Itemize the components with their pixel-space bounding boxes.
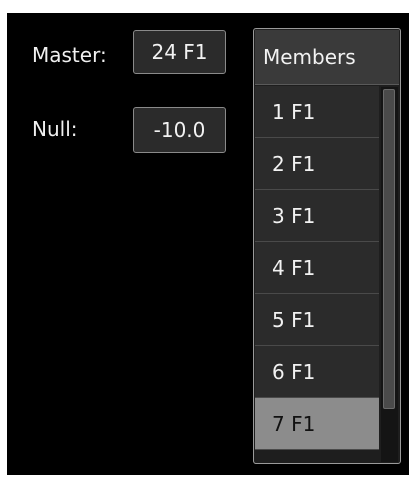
master-value-field[interactable]: 24 F1 [133,30,226,74]
members-scrollbar-thumb[interactable] [383,89,395,409]
members-item-4[interactable]: 4 F1 [255,242,379,294]
master-label: Master: [32,43,107,67]
members-item-5[interactable]: 5 F1 [255,294,379,346]
members-list[interactable]: Members 1 F1 2 F1 3 F1 4 F1 5 F1 6 F1 7 … [253,28,401,464]
members-scrollbar[interactable] [381,87,398,462]
members-item-3[interactable]: 3 F1 [255,190,379,242]
master-null-panel: Master: 24 F1 Null: -10.0 Members 1 F1 2… [7,13,409,475]
members-header[interactable]: Members [255,30,399,85]
members-item-6[interactable]: 6 F1 [255,346,379,398]
null-label: Null: [32,117,78,141]
members-item-1[interactable]: 1 F1 [255,86,379,138]
null-value-field[interactable]: -10.0 [133,107,226,153]
members-item-2[interactable]: 2 F1 [255,138,379,190]
members-item-7[interactable]: 7 F1 [255,398,379,450]
members-items: 1 F1 2 F1 3 F1 4 F1 5 F1 6 F1 7 F1 [255,86,379,450]
